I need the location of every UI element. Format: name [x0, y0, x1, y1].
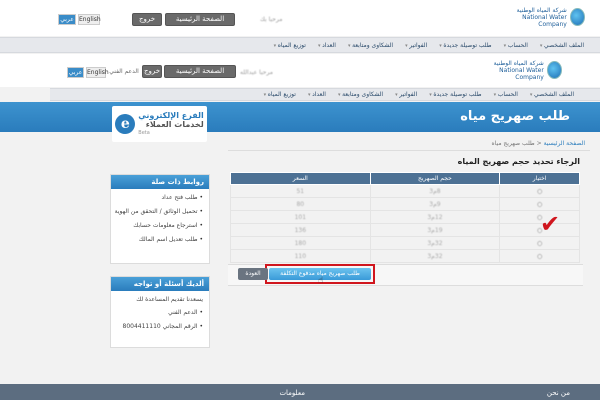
link-open-meter[interactable]: طلب فتح عداد	[111, 194, 203, 201]
col-size: حجم الصهريج	[369, 172, 501, 185]
page-title: طلب صهريج مياه	[460, 109, 570, 124]
home-button[interactable]: الصفحة الرئيسية	[165, 13, 235, 26]
logo-english-text: National Water Company	[522, 13, 567, 28]
table-row[interactable]: ○ 32م3 110	[230, 249, 580, 263]
beta-label: Beta	[138, 129, 150, 136]
breadcrumb-current: طلب صهريج مياه	[491, 140, 535, 147]
footer-info[interactable]: معلومات	[255, 389, 305, 397]
greeting-text-2: مرحبا عبدالله	[240, 69, 274, 76]
eservices-line2: لخدمات العملاء	[145, 119, 204, 129]
breadcrumb-home[interactable]: الصفحة الرئيسية	[544, 140, 585, 147]
nav-bills[interactable]: الفواتير	[399, 42, 433, 49]
logout-button[interactable]: خروج	[132, 13, 162, 26]
footer-about[interactable]: من نحن	[520, 389, 570, 397]
greeting-text: مرحبا بك	[260, 16, 283, 23]
help-support[interactable]: الدعم الفني	[111, 309, 203, 316]
size-cell: 12م3	[369, 210, 501, 224]
english-toggle-2[interactable]: English	[86, 67, 109, 78]
size-cell: 32م3	[369, 236, 501, 250]
nav-new-connection[interactable]: طلب توصيلة جديدة	[433, 42, 497, 49]
row-radio[interactable]: ○	[499, 197, 580, 211]
table-row[interactable]: ○ 19م3 136	[230, 223, 580, 237]
eservices-logo: الفرع الإلكتروني لخدمات العملاء Beta e	[112, 106, 207, 142]
row-radio[interactable]: ○	[499, 184, 580, 198]
support-link[interactable]: الدعم الفني	[108, 68, 140, 75]
col-price: السعر	[230, 172, 371, 185]
price-cell: 136	[230, 223, 371, 237]
nav-new-connection-2[interactable]: طلب توصيلة جديدة	[423, 91, 487, 98]
price-cell: 51	[230, 184, 371, 198]
arabic-toggle-2[interactable]: عربي	[67, 67, 84, 78]
nav-bar-second: الملف الشخصي الحساب طلب توصيلة جديدة الف…	[50, 88, 600, 101]
logo-arabic-text-2: شركة المياه الوطنية	[493, 59, 544, 67]
price-cell: 180	[230, 236, 371, 250]
related-links-list: طلب فتح عداد تحميل الوثائق / التحقق من ا…	[111, 189, 209, 243]
size-cell: 32م3	[369, 249, 501, 263]
nav-water-distribution[interactable]: توزيع المياه	[268, 42, 312, 49]
arabic-toggle[interactable]: عربي	[58, 14, 76, 25]
nav-profile[interactable]: الملف الشخصي	[534, 42, 590, 49]
nav-account-2[interactable]: الحساب	[488, 91, 524, 98]
row-radio[interactable]: ○	[499, 249, 580, 263]
nav-bills-2[interactable]: الفواتير	[389, 91, 423, 98]
e-logo-icon: e	[115, 114, 136, 134]
divider	[228, 150, 590, 151]
price-cell: 101	[230, 210, 371, 224]
logo-icon	[569, 8, 585, 26]
company-logo-2[interactable]: شركة المياه الوطنية National Water Compan…	[482, 59, 562, 81]
nav-meter-2[interactable]: العداد	[302, 91, 332, 98]
table-row[interactable]: ○ 9م3 80	[230, 197, 580, 211]
related-links-title: روابط ذات صلة	[111, 175, 209, 189]
size-cell: 8م3	[369, 184, 501, 198]
breadcrumb: الصفحة الرئيسية < طلب صهريج مياه	[400, 140, 585, 147]
help-panel: ألديك أسئلة أو تواجه مشاكل؟ يسعدنا تقديم…	[110, 276, 210, 348]
back-button[interactable]: العودة	[238, 268, 268, 280]
nav-complaints[interactable]: الشكاوى ومتابعة	[342, 42, 399, 49]
price-cell: 110	[230, 249, 371, 263]
nav-complaints-2[interactable]: الشكاوى ومتابعة	[332, 91, 389, 98]
nav-profile-2[interactable]: الملف الشخصي	[524, 91, 580, 98]
english-toggle[interactable]: English	[78, 14, 101, 25]
help-toll-free[interactable]: الرقم المجاني 8004411110	[111, 323, 203, 330]
tank-size-table: اختيار حجم الصهريج السعر ○ 8م3 51 ○ 9م3 80 ○…	[230, 172, 580, 263]
logo-arabic-text: شركة المياه الوطنية	[516, 6, 567, 14]
nav-meter[interactable]: العداد	[312, 42, 342, 49]
home-button-2[interactable]: الصفحة الرئيسية	[164, 65, 236, 78]
nav-bar-top: الملف الشخصي الحساب طلب توصيلة جديدة الف…	[0, 37, 600, 53]
cursor-icon: ☝	[318, 276, 324, 286]
breadcrumb-separator: <	[536, 140, 542, 147]
size-cell: 19م3	[369, 223, 501, 237]
table-row[interactable]: ○ 32م3 180	[230, 236, 580, 250]
row-radio[interactable]: ○	[499, 236, 580, 250]
link-retrieve-account[interactable]: استرجاع معلومات حسابك	[111, 222, 203, 229]
logo-english-text-2: National Water Company	[499, 66, 544, 81]
help-title: ألديك أسئلة أو تواجه مشاكل؟	[111, 277, 209, 302]
logout-button-2[interactable]: خروج	[142, 65, 162, 78]
help-list: الدعم الفني الرقم المجاني 8004411110	[111, 303, 209, 330]
link-upload-docs[interactable]: تحميل الوثائق / التحقق من الهوية	[111, 208, 203, 215]
company-logo[interactable]: شركة المياه الوطنية National Water Compan…	[505, 6, 585, 28]
table-row[interactable]: ○ 12م3 101	[230, 210, 580, 224]
red-checkmark-icon: ✔	[540, 210, 561, 238]
nav-account[interactable]: الحساب	[498, 42, 534, 49]
eservices-line1: الفرع الإلكتروني	[138, 110, 204, 120]
size-cell: 9م3	[369, 197, 501, 211]
link-change-owner[interactable]: طلب تعديل اسم المالك	[111, 236, 203, 243]
price-cell: 80	[230, 197, 371, 211]
table-row[interactable]: ○ 8م3 51	[230, 184, 580, 198]
nav-water-distribution-2[interactable]: توزيع المياه	[258, 91, 302, 98]
table-heading: الرجاء تحديد حجم صهريج المياه	[457, 157, 580, 166]
logo-icon-2	[546, 61, 562, 79]
col-select: اختيار	[499, 172, 580, 185]
related-links-panel: روابط ذات صلة طلب فتح عداد تحميل الوثائق…	[110, 174, 210, 264]
